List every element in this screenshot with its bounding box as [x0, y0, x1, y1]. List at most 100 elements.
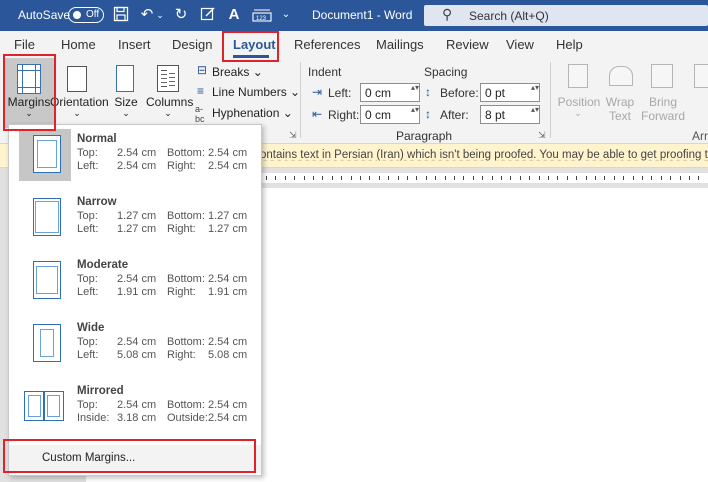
- left-value: 1.27 cm: [117, 223, 157, 235]
- outside-value: 2.54 cm: [208, 412, 248, 424]
- ruler-tick: [482, 176, 484, 180]
- ruler-tick: [416, 176, 418, 180]
- columns-icon: [157, 65, 179, 92]
- orientation-icon: [67, 66, 87, 92]
- send-backward-icon: [694, 64, 708, 88]
- margin-preview: [19, 318, 71, 370]
- margin-option-normal[interactable]: Normal Top: 2.54 cm Bottom: 2.54 cm Left…: [19, 129, 261, 185]
- redo-icon[interactable]: ↻: [172, 6, 190, 24]
- tab-references[interactable]: References: [294, 37, 360, 52]
- top-label: Top:: [77, 147, 98, 159]
- autosave-toggle[interactable]: Off: [68, 7, 104, 23]
- margin-preview-page-icon: [33, 135, 61, 173]
- inside-label: Inside:: [77, 412, 110, 424]
- highlight-custom-margins: [3, 439, 256, 473]
- ruler-tick: [425, 176, 427, 180]
- position-button[interactable]: Position: [555, 95, 603, 109]
- search-icon: ⚲: [442, 6, 453, 22]
- edit-icon[interactable]: [199, 6, 217, 24]
- horizontal-ruler[interactable]: [260, 168, 708, 188]
- tab-view[interactable]: View: [506, 37, 534, 52]
- tab-home[interactable]: Home: [61, 37, 96, 52]
- autosave-label: AutoSave: [18, 8, 71, 22]
- ruler-tick: [623, 176, 625, 180]
- spacing-before-input[interactable]: 0 pt: [480, 83, 540, 102]
- customize-toolbar-icon[interactable]: ⌄: [280, 6, 292, 24]
- tab-review[interactable]: Review: [446, 37, 489, 52]
- ruler-tick: [529, 176, 531, 180]
- document-title: Document1 - Word: [312, 8, 413, 22]
- columns-button[interactable]: Columns: [146, 95, 193, 109]
- option-name: Mirrored: [77, 385, 124, 397]
- line-numbers-button[interactable]: Line Numbers ⌄: [212, 85, 300, 99]
- ruler-tick: [275, 176, 277, 180]
- indent-right-label: Right:: [328, 108, 360, 122]
- columns-dropdown-icon: ⌄: [164, 108, 172, 118]
- ruler-tick: [538, 176, 540, 180]
- right-label: Right:: [167, 160, 196, 172]
- ruler-tick: [294, 176, 296, 180]
- wrap-text-button[interactable]: Wrap Text: [600, 95, 640, 123]
- paragraph-launcher-icon[interactable]: ⇲: [538, 130, 546, 141]
- margin-option-wide[interactable]: Wide Top: 2.54 cm Bottom: 2.54 cm Left: …: [19, 318, 261, 374]
- tab-design[interactable]: Design: [172, 37, 212, 52]
- abc-123-icon[interactable]: 123: [252, 6, 272, 24]
- ruler-tick: [266, 176, 267, 180]
- margin-preview-page-icon: [33, 198, 61, 236]
- spacing-after-label: After:: [440, 108, 469, 122]
- margin-option-moderate[interactable]: Moderate Top: 2.54 cm Bottom: 2.54 cm Le…: [19, 255, 261, 311]
- tab-file[interactable]: File: [14, 37, 35, 52]
- left-value: 5.08 cm: [117, 349, 157, 361]
- paragraph-group-label: Paragraph: [396, 129, 453, 143]
- ruler-tick: [566, 176, 568, 180]
- ruler-tick: [397, 176, 399, 180]
- line-numbers-label: Line Numbers: [212, 85, 287, 99]
- right-label: Right:: [167, 286, 196, 298]
- undo-dropdown-icon[interactable]: ⌄: [155, 6, 165, 24]
- indent-left-input[interactable]: 0 cm: [360, 83, 420, 102]
- breaks-button[interactable]: Breaks ⌄: [212, 65, 263, 79]
- left-label: Left:: [77, 286, 99, 298]
- ruler-tick: [501, 176, 502, 180]
- indent-right-input[interactable]: 0 cm: [360, 105, 420, 124]
- right-value: 2.54 cm: [208, 160, 248, 172]
- search-box[interactable]: ⚲ Search (Alt+Q): [424, 5, 708, 26]
- ruler-tick: [660, 176, 662, 180]
- margin-preview-left-page-icon: [24, 391, 44, 421]
- size-dropdown-icon: ⌄: [122, 108, 130, 118]
- bring-forward-button[interactable]: Bring Forward: [640, 95, 686, 123]
- page-setup-launcher-icon[interactable]: ⇲: [289, 130, 297, 141]
- save-icon[interactable]: [112, 6, 130, 24]
- hyphenation-label: Hyphenation: [212, 106, 280, 120]
- ruler-tick: [369, 176, 371, 180]
- bottom-label: Bottom:: [167, 210, 205, 222]
- spacing-after-input[interactable]: 8 pt: [480, 105, 540, 124]
- ruler-tick: [595, 176, 596, 180]
- breaks-icon: ⊟: [197, 63, 208, 77]
- tab-insert[interactable]: Insert: [118, 37, 151, 52]
- wrap-text-icon: [609, 66, 633, 86]
- ruler-tick: [698, 176, 700, 180]
- hyphenation-button[interactable]: Hyphenation ⌄: [212, 106, 293, 120]
- font-color-icon[interactable]: A: [226, 6, 242, 24]
- ruler-tick: [435, 176, 437, 180]
- left-label: Left:: [77, 349, 99, 361]
- ruler-tick: [632, 176, 634, 180]
- ruler-tick: [519, 176, 521, 180]
- tab-mailings[interactable]: Mailings: [376, 37, 424, 52]
- size-button[interactable]: Size: [112, 95, 140, 109]
- arrange-group-label: Arra: [692, 129, 708, 143]
- margin-option-narrow[interactable]: Narrow Top: 1.27 cm Bottom: 1.27 cm Left…: [19, 192, 261, 248]
- bottom-label: Bottom:: [167, 336, 205, 348]
- undo-icon[interactable]: ↶: [139, 6, 155, 24]
- ruler-tick: [388, 176, 390, 180]
- margin-option-mirrored[interactable]: Mirrored Top: 2.54 cm Bottom: 2.54 cm In…: [19, 381, 261, 437]
- proofing-notification-text[interactable]: ontains text in Persian (Iran) which isn…: [260, 149, 708, 161]
- orientation-button[interactable]: Orientation: [50, 95, 109, 109]
- left-label: Left:: [77, 160, 99, 172]
- ruler-tick: [444, 176, 446, 180]
- margin-preview: [19, 129, 71, 181]
- tab-help[interactable]: Help: [556, 37, 583, 52]
- ruler-tick: [510, 176, 512, 180]
- bottom-value: 2.54 cm: [208, 273, 248, 285]
